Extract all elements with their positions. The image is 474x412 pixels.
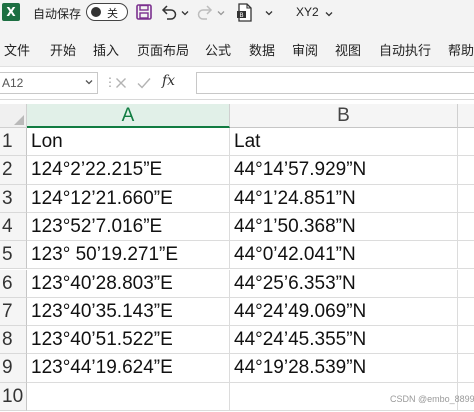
cell-b[interactable]: 44°24’45.355”N bbox=[230, 326, 458, 355]
cell-a[interactable] bbox=[27, 382, 230, 411]
save-icon[interactable] bbox=[136, 4, 152, 25]
cell-a[interactable]: 123°40’51.522”E bbox=[27, 326, 230, 355]
tab-home[interactable]: 开始 bbox=[50, 40, 76, 59]
customize-toolbar-icon[interactable] bbox=[264, 5, 274, 23]
tab-page-layout[interactable]: 页面布局 bbox=[137, 40, 189, 59]
cell-a[interactable]: 124°12’21.660”E bbox=[27, 184, 230, 213]
cell-a[interactable]: 123°40’35.143”E bbox=[27, 297, 230, 327]
cell-b[interactable]: 44°25’6.353”N bbox=[230, 269, 458, 298]
title-bar: X 自动保存 关 B XY2 bbox=[0, 0, 474, 26]
excel-app-icon: X bbox=[2, 3, 23, 21]
tab-insert[interactable]: 插入 bbox=[93, 40, 119, 59]
tab-data[interactable]: 数据 bbox=[249, 40, 275, 59]
tab-help[interactable]: 帮助 bbox=[448, 40, 474, 59]
formula-input[interactable] bbox=[196, 72, 474, 94]
row-header[interactable]: 5 bbox=[0, 241, 27, 270]
cell-c[interactable] bbox=[458, 128, 474, 157]
tab-formulas[interactable]: 公式 bbox=[205, 40, 231, 59]
document-icon[interactable]: B bbox=[236, 3, 254, 27]
row-header[interactable]: 1 bbox=[0, 128, 27, 157]
cell-a[interactable]: 123° 50’19.271”E bbox=[27, 241, 230, 270]
document-title[interactable]: XY2 bbox=[296, 5, 319, 19]
undo-dropdown-icon[interactable] bbox=[180, 5, 190, 23]
redo-dropdown-icon[interactable] bbox=[216, 5, 226, 23]
cancel-icon[interactable] bbox=[115, 76, 127, 94]
column-header-a[interactable]: A bbox=[27, 104, 230, 128]
row-header[interactable]: 9 bbox=[0, 354, 27, 383]
row-header[interactable]: 7 bbox=[0, 297, 27, 327]
autosave-label: 自动保存 bbox=[33, 7, 82, 21]
cell-b[interactable]: 44°0’42.041”N bbox=[230, 241, 458, 270]
cell-b[interactable]: 44°1’24.851”N bbox=[230, 184, 458, 213]
column-header-c[interactable] bbox=[458, 104, 474, 128]
tab-review[interactable]: 审阅 bbox=[292, 40, 318, 59]
cell-b[interactable]: 44°1’50.368”N bbox=[230, 212, 458, 242]
cell-c[interactable] bbox=[458, 298, 474, 327]
row-header[interactable]: 4 bbox=[0, 212, 27, 242]
cell-b[interactable]: 44°19’28.539”N bbox=[230, 354, 458, 383]
formula-bar: A12 ⋮ fx bbox=[0, 66, 474, 100]
enter-check-icon[interactable] bbox=[137, 76, 151, 94]
row-header[interactable]: 3 bbox=[0, 184, 27, 213]
cell-c[interactable] bbox=[458, 354, 474, 383]
toggle-knob bbox=[91, 7, 101, 17]
spreadsheet-grid: A B 1 Lon Lat 2 124°2’22.215”E 44°14’57.929”N… bbox=[0, 104, 474, 412]
cell-a[interactable]: 123°40’28.803”E bbox=[27, 269, 230, 298]
autosave-state: 关 bbox=[107, 8, 118, 20]
cell-c[interactable] bbox=[458, 213, 474, 242]
watermark: CSDN @embo_8899 bbox=[390, 394, 474, 404]
cell-c[interactable] bbox=[458, 241, 474, 270]
column-header-b[interactable]: B bbox=[230, 104, 458, 128]
select-all-triangle-icon bbox=[14, 115, 24, 125]
cell-b[interactable]: 44°24’49.069”N bbox=[230, 297, 458, 327]
cell-a[interactable]: 123°44’19.624”E bbox=[27, 354, 230, 383]
row-header[interactable]: 2 bbox=[0, 156, 27, 185]
svg-text:B: B bbox=[239, 12, 243, 19]
tab-automate[interactable]: 自动执行 bbox=[379, 40, 431, 59]
cell-c[interactable] bbox=[458, 326, 474, 355]
row-header[interactable]: 10 bbox=[0, 382, 27, 411]
cell-c[interactable] bbox=[458, 156, 474, 185]
cell-b[interactable]: Lat bbox=[230, 128, 458, 157]
cell-a[interactable]: 123°52’7.016”E bbox=[27, 212, 230, 242]
tab-file[interactable]: 文件 bbox=[4, 40, 30, 59]
redo-icon[interactable] bbox=[196, 4, 214, 25]
autosave-toggle[interactable]: 关 bbox=[86, 3, 128, 21]
cell-b[interactable]: 44°14’57.929”N bbox=[230, 156, 458, 185]
undo-icon[interactable] bbox=[160, 4, 178, 25]
cell-c[interactable] bbox=[458, 270, 474, 298]
tab-view[interactable]: 视图 bbox=[335, 40, 361, 59]
insert-function-icon[interactable]: fx bbox=[162, 73, 175, 89]
cell-a[interactable]: 124°2’22.215”E bbox=[27, 156, 230, 185]
cell-c[interactable] bbox=[458, 185, 474, 213]
select-all-corner[interactable] bbox=[0, 104, 27, 128]
formula-bar-splitter[interactable]: ⋮ bbox=[104, 75, 116, 89]
name-box-dropdown-icon[interactable] bbox=[84, 74, 94, 92]
row-header[interactable]: 8 bbox=[0, 326, 27, 355]
cell-a[interactable]: Lon bbox=[27, 128, 230, 157]
ribbon-tabs: 文件 开始 插入 页面布局 公式 数据 审阅 视图 自动执行 帮助 bbox=[0, 26, 474, 66]
row-header[interactable]: 6 bbox=[0, 269, 27, 298]
title-chevron-down-icon[interactable] bbox=[324, 6, 334, 24]
